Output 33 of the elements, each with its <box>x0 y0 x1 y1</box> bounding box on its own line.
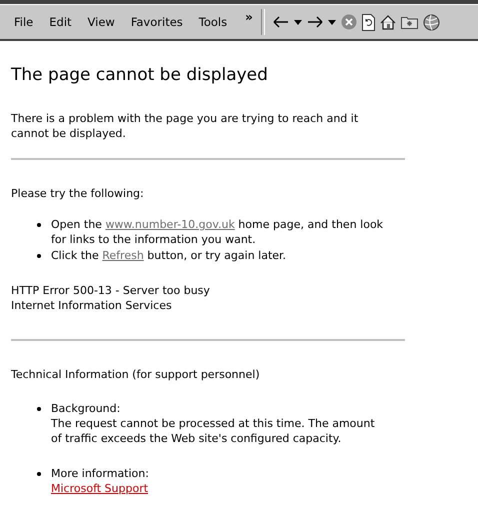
error-text: Internet Information Services <box>11 298 173 313</box>
error-text: HTTP Error 500-13 - Server too busy <box>11 283 211 298</box>
globe-icon[interactable] <box>422 14 440 30</box>
refresh-icon[interactable] <box>362 14 375 30</box>
item-text: The request cannot be processed at this time. The amount of traffic exceeds the Web site's configured capacity. <box>51 416 376 446</box>
overflow-chevron[interactable]: » <box>245 10 253 24</box>
stop-icon[interactable] <box>340 14 357 30</box>
menu-item[interactable]: Tools <box>192 15 234 29</box>
bullet-icon <box>37 472 41 476</box>
back-arrow-icon[interactable] <box>272 16 289 28</box>
caret-icon[interactable] <box>328 20 336 24</box>
home-icon[interactable] <box>380 14 396 30</box>
item-heading: Background: <box>51 401 122 416</box>
suggestion-text: Open the www.number-10.gov.uk home page, and then look for links to the information you want. <box>51 217 384 247</box>
intro-text: There is a problem with the page you are trying to reach and it cannot be displayed. <box>11 111 360 141</box>
section-heading: Please try the following: <box>11 186 145 201</box>
menu-item[interactable]: View <box>82 15 121 29</box>
bullet-icon <box>37 254 41 258</box>
link[interactable]: Microsoft Support <box>51 482 148 495</box>
caret-icon[interactable] <box>294 20 302 24</box>
suggestion-text: Click the Refresh button, or try again later. <box>51 248 286 263</box>
item-heading: More information: <box>51 466 149 481</box>
bullet-icon <box>37 223 41 227</box>
menu-item[interactable]: Favorites <box>124 15 189 29</box>
forward-arrow-icon[interactable] <box>306 16 323 28</box>
menu-item[interactable]: Edit <box>43 15 78 29</box>
folder-icon[interactable] <box>400 15 418 29</box>
page-title: The page cannot be displayed <box>11 65 269 85</box>
link[interactable]: www.number-10.gov.uk <box>105 218 235 231</box>
bullet-icon <box>37 407 41 411</box>
link[interactable]: Refresh <box>102 249 144 262</box>
section-heading: Technical Information (for support personnel) <box>11 367 261 382</box>
menu-item[interactable]: File <box>8 15 40 29</box>
